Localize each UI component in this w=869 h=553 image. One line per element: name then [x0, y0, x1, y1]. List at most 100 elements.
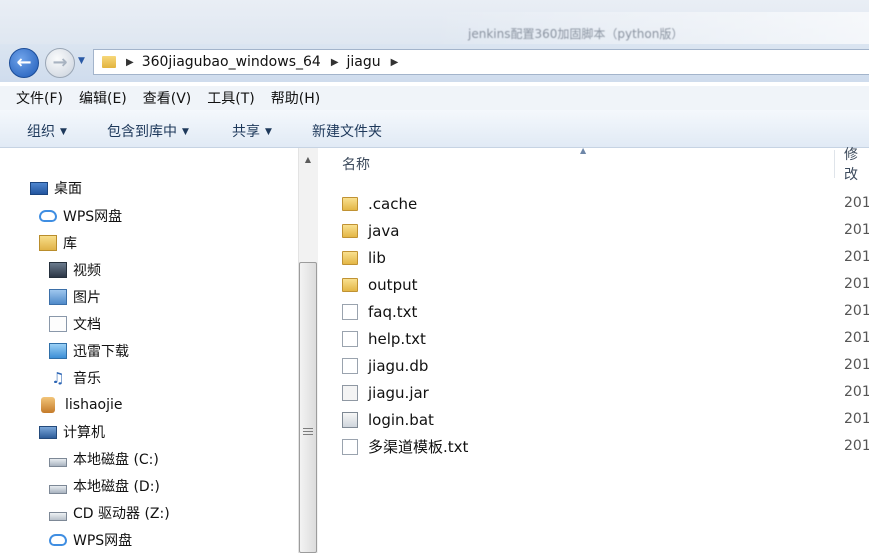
- column-header-name[interactable]: 名称: [342, 148, 370, 180]
- forward-arrow-icon: →: [52, 52, 68, 73]
- chevron-down-icon: ▼: [60, 127, 67, 137]
- folder-icon: [342, 278, 358, 292]
- tree-item-user[interactable]: lishaojie: [41, 393, 122, 417]
- file-name: lib: [368, 248, 386, 267]
- batch-file-icon: [342, 411, 358, 428]
- file-date: 201: [844, 276, 869, 292]
- menu-file[interactable]: 文件(F): [0, 88, 70, 108]
- text-file-icon: [342, 438, 358, 455]
- file-row[interactable]: .cache: [342, 190, 417, 217]
- file-date: 201: [844, 411, 869, 427]
- menu-tools[interactable]: 工具(T): [198, 88, 261, 108]
- tree-label: CD 驱动器 (Z:): [73, 506, 170, 522]
- chevron-right-icon[interactable]: ▶: [331, 57, 339, 68]
- library-icon: [39, 235, 57, 251]
- drive-icon: [49, 457, 67, 467]
- menu-view[interactable]: 查看(V): [134, 88, 199, 108]
- chevron-down-icon: ▼: [265, 127, 272, 137]
- pictures-icon: [49, 289, 67, 305]
- include-in-library-button[interactable]: 包含到库中 ▼: [107, 121, 189, 141]
- text-file-icon: [342, 330, 358, 347]
- breadcrumb-item[interactable]: 360jiagubao_windows_64: [142, 54, 321, 70]
- file-row[interactable]: output: [342, 271, 417, 298]
- folder-icon: [342, 197, 358, 211]
- tree-item-libraries[interactable]: 库: [39, 231, 77, 255]
- chevron-right-icon[interactable]: ▶: [126, 57, 134, 68]
- computer-icon: [39, 425, 57, 439]
- file-name: java: [368, 221, 400, 240]
- jar-file-icon: [342, 384, 358, 401]
- folder-icon: [342, 224, 358, 238]
- video-icon: [49, 262, 67, 278]
- tree-item-wps-cloud[interactable]: WPS网盘: [39, 204, 122, 228]
- address-bar[interactable]: ▶ 360jiagubao_windows_64 ▶ jiagu ▶: [93, 49, 869, 75]
- file-row[interactable]: faq.txt: [342, 298, 417, 325]
- file-name: help.txt: [368, 329, 426, 348]
- history-dropdown-icon[interactable]: ▼: [78, 56, 88, 66]
- menu-edit[interactable]: 编辑(E): [70, 88, 134, 108]
- file-row[interactable]: jiagu.db: [342, 352, 428, 379]
- user-folder-icon: [41, 397, 55, 413]
- tree-label: WPS网盘: [73, 533, 133, 549]
- file-date: 201: [844, 438, 869, 454]
- tree-label: 音乐: [73, 371, 101, 387]
- tree-label: lishaojie: [65, 397, 123, 413]
- file-date: 201: [844, 330, 869, 346]
- window-title: jenkins配置360加固脚本（python版）: [468, 27, 684, 41]
- file-name: jiagu.db: [368, 356, 429, 375]
- scroll-up-arrow-icon[interactable]: ▲: [300, 152, 316, 168]
- back-arrow-icon: ←: [16, 52, 32, 73]
- file-row[interactable]: jiagu.jar: [342, 379, 429, 406]
- new-folder-button[interactable]: 新建文件夹: [312, 121, 382, 141]
- tree-item-cd-drive[interactable]: CD 驱动器 (Z:): [49, 501, 170, 525]
- file-row[interactable]: lib: [342, 244, 386, 271]
- file-name: jiagu.jar: [368, 383, 429, 402]
- documents-icon: [49, 316, 67, 332]
- tree-item-computer[interactable]: 计算机: [39, 420, 105, 444]
- forward-button[interactable]: →: [45, 48, 75, 78]
- tree-item-wps-cloud-2[interactable]: WPS网盘: [49, 528, 132, 552]
- file-date: 201: [844, 303, 869, 319]
- tree-item-xunlei[interactable]: 迅雷下载: [49, 339, 129, 363]
- tree-item-desktop[interactable]: 桌面: [30, 176, 82, 200]
- file-row[interactable]: help.txt: [342, 325, 426, 352]
- tree-label: 视频: [73, 263, 101, 279]
- chevron-right-icon[interactable]: ▶: [391, 57, 399, 68]
- tree-item-pictures[interactable]: 图片: [49, 285, 101, 309]
- cd-drive-icon: [49, 511, 67, 521]
- scroll-grip-icon: [303, 428, 313, 436]
- file-row[interactable]: 多渠道模板.txt: [342, 433, 468, 460]
- organize-label: 组织: [27, 124, 55, 140]
- cloud-icon: [49, 534, 67, 546]
- tree-label: 桌面: [54, 181, 82, 197]
- cloud-icon: [39, 210, 57, 222]
- file-row[interactable]: login.bat: [342, 406, 434, 433]
- tree-label: WPS网盘: [63, 209, 123, 225]
- scroll-thumb[interactable]: [299, 262, 317, 553]
- database-file-icon: [342, 357, 358, 374]
- organize-button[interactable]: 组织 ▼: [27, 121, 67, 141]
- file-date: 201: [844, 384, 869, 400]
- file-name: 多渠道模板.txt: [368, 438, 469, 456]
- back-button[interactable]: ←: [9, 48, 39, 78]
- tree-item-videos[interactable]: 视频: [49, 258, 101, 282]
- xunlei-icon: [49, 343, 67, 359]
- column-header-modified[interactable]: 修改: [844, 147, 869, 183]
- drive-icon: [49, 484, 67, 494]
- tree-label: 文档: [73, 317, 101, 333]
- tree-label: 图片: [73, 290, 101, 306]
- tree-label: 计算机: [63, 425, 105, 441]
- breadcrumb-item[interactable]: jiagu: [347, 54, 381, 70]
- column-divider[interactable]: [834, 150, 835, 178]
- share-button[interactable]: 共享 ▼: [232, 121, 272, 141]
- share-label: 共享: [232, 124, 260, 140]
- tree-item-documents[interactable]: 文档: [49, 312, 101, 336]
- menu-bar: 文件(F) 编辑(E) 查看(V) 工具(T) 帮助(H): [0, 86, 869, 110]
- file-row[interactable]: java: [342, 217, 399, 244]
- file-name: output: [368, 275, 418, 294]
- tree-item-drive-d[interactable]: 本地磁盘 (D:): [49, 474, 160, 498]
- tree-item-drive-c[interactable]: 本地磁盘 (C:): [49, 447, 159, 471]
- tree-item-music[interactable]: ♫ 音乐: [49, 366, 101, 390]
- tree-label: 本地磁盘 (D:): [73, 479, 160, 495]
- menu-help[interactable]: 帮助(H): [262, 88, 327, 108]
